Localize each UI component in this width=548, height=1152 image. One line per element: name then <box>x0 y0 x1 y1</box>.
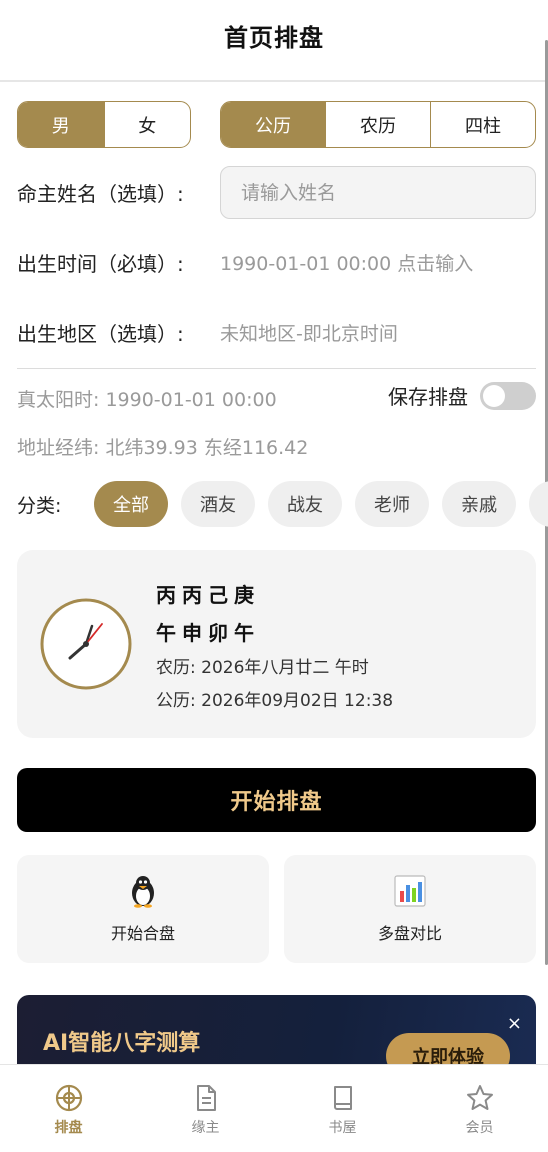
tab-membership-label: 会员 <box>465 1120 494 1136</box>
page-title: 首页排盘 <box>224 23 324 52</box>
calendar-option-solar[interactable]: 公历 <box>221 102 326 147</box>
name-row: 命主姓名（选填）: <box>17 166 536 219</box>
page-header: 首页排盘 <box>0 0 548 82</box>
category-chip-all[interactable]: 全部 <box>94 481 168 527</box>
birth-place-value[interactable]: 未知地区-即北京时间 <box>220 319 398 346</box>
tab-chart[interactable]: 排盘 <box>0 1065 137 1152</box>
category-chip-comrade[interactable]: 战友 <box>268 481 342 527</box>
save-chart-control: 保存排盘 <box>388 381 536 410</box>
tab-clients[interactable]: 缘主 <box>137 1065 274 1152</box>
card-text: 丙丙己庚 午申卯午 农历: 2026年八月廿二 午时 公历: 2026年09月0… <box>156 576 393 718</box>
penguin-icon <box>132 876 154 908</box>
coordinates-text: 地址经纬: 北纬39.93 东经116.42 <box>17 437 309 459</box>
save-chart-toggle[interactable] <box>480 381 536 410</box>
birth-time-value[interactable]: 1990-01-01 00:00 点击输入 <box>220 249 473 276</box>
name-label: 命主姓名（选填）: <box>17 182 184 206</box>
compass-icon <box>55 1084 82 1112</box>
calendar-option-pillars[interactable]: 四柱 <box>431 102 535 147</box>
solar-date: 公历: 2026年09月02日 12:38 <box>156 691 394 711</box>
bar-chart-icon <box>394 875 426 907</box>
lunar-date: 农历: 2026年八月廿二 午时 <box>156 658 369 678</box>
birth-place-label: 出生地区（选填）: <box>17 322 184 346</box>
tab-clients-label: 缘主 <box>191 1120 220 1136</box>
combine-chart-tile[interactable]: 开始合盘 <box>17 855 269 963</box>
star-icon <box>466 1085 493 1110</box>
category-row: 分类: 全部 酒友 战友 老师 亲戚 <box>17 481 548 527</box>
current-time-card[interactable]: 丙丙己庚 午申卯午 农历: 2026年八月廿二 午时 公历: 2026年09月0… <box>17 550 536 738</box>
tab-membership[interactable]: 会员 <box>411 1065 548 1152</box>
start-chart-button[interactable]: 开始排盘 <box>17 768 536 832</box>
tab-library-label: 书屋 <box>328 1120 357 1136</box>
book-icon <box>333 1086 352 1110</box>
category-chip-more[interactable] <box>529 481 548 527</box>
tab-library[interactable]: 书屋 <box>274 1065 411 1152</box>
gender-option-male[interactable]: 男 <box>18 102 105 147</box>
category-chip-drinking-friend[interactable]: 酒友 <box>181 481 255 527</box>
name-input[interactable] <box>220 166 536 219</box>
heavenly-stems: 丙丙己庚 <box>156 583 260 607</box>
birth-place-row[interactable]: 出生地区（选填）: 未知地区-即北京时间 <box>17 318 536 347</box>
compare-charts-tile[interactable]: 多盘对比 <box>284 855 536 963</box>
selector-row: 男 女 公历 农历 四柱 <box>17 101 536 148</box>
calendar-selector: 公历 农历 四柱 <box>220 101 536 148</box>
save-chart-label: 保存排盘 <box>388 385 468 409</box>
toggle-knob <box>483 384 505 407</box>
divider <box>17 368 536 369</box>
earthly-branches: 午申卯午 <box>156 621 260 645</box>
combine-chart-label: 开始合盘 <box>110 924 175 943</box>
solar-time-text: 真太阳时: 1990-01-01 00:00 <box>17 389 277 411</box>
bottom-tab-bar: 排盘 缘主 书屋 会员 <box>0 1064 548 1152</box>
calendar-option-lunar[interactable]: 农历 <box>326 102 431 147</box>
birth-time-label: 出生时间（必填）: <box>17 252 184 276</box>
close-icon[interactable]: × <box>507 1015 522 1033</box>
banner-title: AI智能八字测算 <box>43 1031 201 1056</box>
birth-time-row[interactable]: 出生时间（必填）: 1990-01-01 00:00 点击输入 <box>17 248 536 277</box>
category-chip-relative[interactable]: 亲戚 <box>442 481 516 527</box>
clock-icon <box>40 598 132 690</box>
category-chip-teacher[interactable]: 老师 <box>355 481 429 527</box>
category-label: 分类: <box>17 494 62 517</box>
gender-option-female[interactable]: 女 <box>105 102 191 147</box>
document-icon <box>196 1085 216 1111</box>
compare-charts-label: 多盘对比 <box>377 924 442 943</box>
tab-chart-label: 排盘 <box>54 1120 83 1136</box>
gender-selector: 男 女 <box>17 101 191 148</box>
